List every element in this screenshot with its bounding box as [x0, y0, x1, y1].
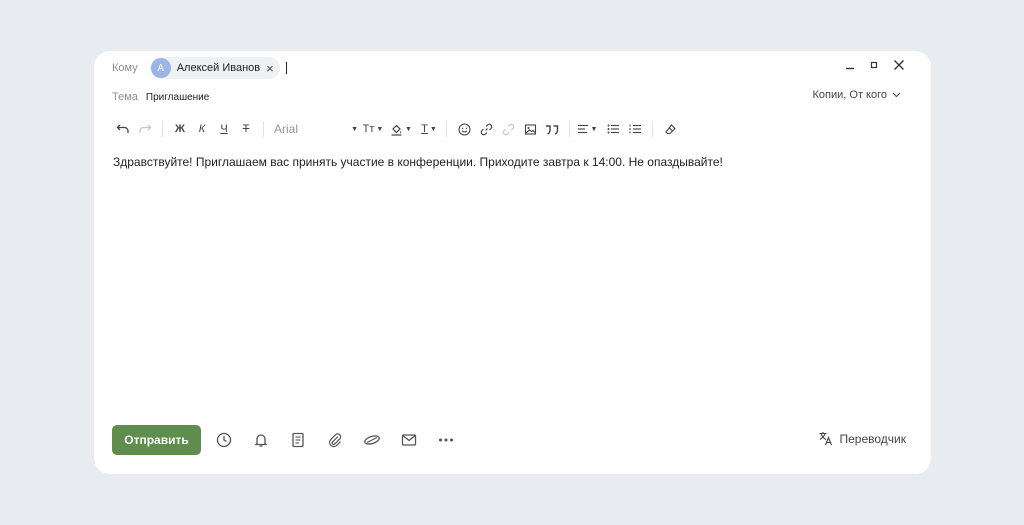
align-select[interactable]: ▼: [576, 119, 598, 139]
italic-button[interactable]: К: [191, 119, 213, 139]
close-icon[interactable]: [893, 59, 905, 71]
emoji-icon[interactable]: [453, 119, 475, 139]
bottom-actions: [214, 430, 456, 450]
restore-icon[interactable]: [869, 60, 879, 70]
bold-button[interactable]: Ж: [169, 119, 191, 139]
schedule-clock-icon[interactable]: [214, 430, 234, 450]
bottom-bar: Отправить: [112, 425, 456, 455]
divider: [446, 121, 447, 137]
window-controls: [845, 59, 905, 71]
font-size-select[interactable]: Тт ▼: [362, 119, 384, 139]
strikethrough-button[interactable]: Т: [235, 119, 257, 139]
font-family-value: Arial: [274, 122, 299, 136]
compose-window: Кому А Алексей Иванов × Тема Приглашение…: [94, 51, 931, 474]
translator-label: Переводчик: [839, 431, 906, 446]
translator-button[interactable]: Переводчик: [818, 431, 906, 446]
undo-icon[interactable]: [112, 119, 134, 139]
cloud-disk-icon[interactable]: [362, 430, 382, 450]
text-color-select[interactable]: Т ▼: [418, 119, 440, 139]
template-document-icon[interactable]: [288, 430, 308, 450]
cc-from-toggle[interactable]: Копии, От кого: [813, 89, 901, 101]
to-label: Кому: [112, 62, 138, 74]
paint-bucket-icon: [391, 124, 402, 136]
translate-icon: [818, 431, 833, 446]
bulleted-list-icon[interactable]: [602, 119, 624, 139]
chevron-down-icon: [892, 92, 901, 98]
link-icon[interactable]: [475, 119, 497, 139]
avatar: А: [150, 58, 171, 78]
text-caret[interactable]: [285, 62, 287, 74]
remove-recipient-icon[interactable]: ×: [266, 62, 274, 75]
unlink-icon[interactable]: [497, 119, 519, 139]
attach-paperclip-icon[interactable]: [325, 430, 345, 450]
cc-from-label: Копии, От кого: [812, 89, 887, 101]
subject-row: Тема Приглашение: [112, 89, 209, 105]
fill-color-select[interactable]: ▼: [390, 119, 412, 139]
minimize-icon[interactable]: [845, 60, 855, 70]
divider: [652, 121, 653, 137]
redo-icon[interactable]: [134, 119, 156, 139]
text-color-label: Т: [421, 123, 428, 135]
numbered-list-icon[interactable]: [624, 119, 646, 139]
more-options-icon[interactable]: [436, 430, 456, 450]
divider: [569, 121, 570, 137]
envelope-icon[interactable]: [399, 430, 419, 450]
divider: [263, 121, 264, 137]
reminder-bell-icon[interactable]: [251, 430, 271, 450]
subject-input[interactable]: Приглашение: [146, 92, 209, 103]
recipient-name: Алексей Иванов: [176, 62, 261, 74]
recipient-chip[interactable]: А Алексей Иванов ×: [149, 57, 280, 79]
underline-button[interactable]: Ч: [213, 119, 235, 139]
font-size-label: Тт: [362, 123, 375, 135]
dropdown-arrow-icon: ▼: [429, 125, 437, 133]
subject-label: Тема: [112, 91, 138, 103]
dropdown-arrow-icon: ▼: [590, 125, 598, 133]
image-icon[interactable]: [519, 119, 541, 139]
divider: [162, 121, 163, 137]
eraser-icon[interactable]: [659, 119, 681, 139]
formatting-toolbar: Ж К Ч Т Arial ▼ Тт ▼ ▼ Т ▼ ▼: [112, 119, 681, 139]
to-row: Кому А Алексей Иванов ×: [112, 57, 287, 79]
message-body[interactable]: Здравствуйте! Приглашаем вас принять уча…: [113, 155, 723, 169]
quote-icon[interactable]: [541, 119, 563, 139]
dropdown-arrow-icon: ▼: [376, 125, 384, 133]
dropdown-arrow-icon: ▼: [351, 125, 358, 133]
font-family-select[interactable]: Arial ▼: [270, 119, 362, 139]
send-button[interactable]: Отправить: [112, 425, 201, 455]
dropdown-arrow-icon: ▼: [405, 125, 412, 133]
